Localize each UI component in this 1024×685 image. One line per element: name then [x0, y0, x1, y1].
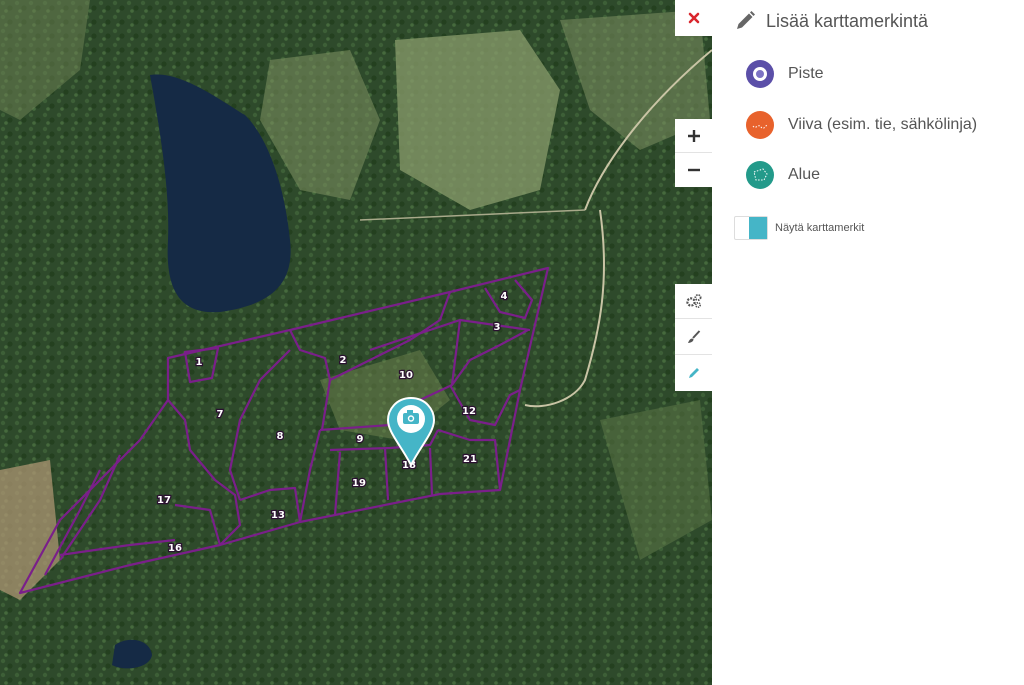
- close-icon: [688, 12, 699, 24]
- area-icon: [746, 161, 774, 189]
- point-icon: [746, 60, 774, 88]
- parcel-label: 1: [196, 357, 203, 368]
- zoom-out-button[interactable]: [675, 153, 712, 187]
- parcel-label: 7: [217, 409, 224, 420]
- zoom-in-button[interactable]: [675, 119, 712, 153]
- toggle-switch[interactable]: [734, 216, 768, 240]
- parcel-label: 10: [399, 370, 413, 381]
- gears-icon: [685, 294, 701, 309]
- parcel-label: 16: [168, 543, 182, 554]
- style-button[interactable]: [675, 319, 712, 355]
- show-markers-toggle[interactable]: Näytä karttamerkit: [734, 216, 864, 240]
- pencil-icon: [688, 368, 699, 378]
- add-marker-panel: Lisää karttamerkintä Piste Viiva (esim. …: [712, 0, 1024, 685]
- panel-title-text: Lisää karttamerkintä: [766, 10, 929, 31]
- aerial-imagery: 1 23478 91012131617181921: [0, 0, 712, 685]
- parcel-label: 8: [277, 431, 284, 442]
- option-label: Piste: [788, 65, 824, 82]
- parcel-label: 9: [357, 434, 364, 445]
- line-icon: [746, 111, 774, 139]
- parcel-label: 12: [462, 406, 476, 417]
- parcel-label: 2: [340, 355, 347, 366]
- parcel-label: 4: [501, 291, 508, 302]
- parcel-label: 3: [494, 322, 501, 333]
- panel-title: Lisää karttamerkintä: [734, 10, 928, 32]
- close-button[interactable]: [675, 0, 712, 36]
- parcel-label: 19: [352, 478, 366, 489]
- option-label: Alue: [788, 166, 821, 183]
- minus-icon: [687, 168, 700, 172]
- option-label: Viiva (esim. tie, sähkölinja): [788, 116, 978, 133]
- option-area[interactable]: Alue: [746, 161, 820, 189]
- option-line[interactable]: Viiva (esim. tie, sähkölinja): [746, 111, 977, 139]
- parcel-label: 21: [463, 454, 477, 465]
- toggle-label: Näytä karttamerkit: [775, 222, 865, 234]
- pencil-icon: [737, 11, 755, 29]
- plus-icon: [687, 129, 700, 142]
- map-view[interactable]: 1 2 3 4 7 8 9 10 12 13 16 17 18 19 21: [0, 0, 712, 685]
- parcel-label: 13: [271, 510, 285, 521]
- settings-button[interactable]: [675, 284, 712, 319]
- brush-icon: [687, 329, 700, 343]
- parcel-label: 17: [157, 495, 171, 506]
- draw-button[interactable]: [675, 355, 712, 391]
- option-point[interactable]: Piste: [746, 60, 824, 88]
